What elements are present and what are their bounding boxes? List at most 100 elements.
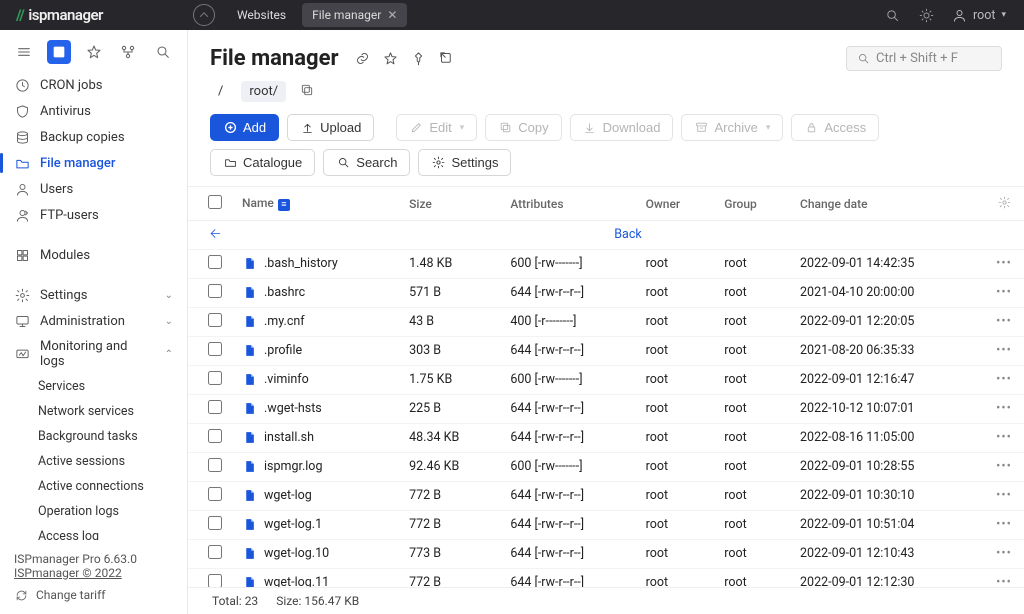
archive-button[interactable]: Archive▾: [681, 114, 783, 141]
sidebar-item-cron-jobs[interactable]: CRON jobs: [0, 72, 187, 98]
table-row[interactable]: .bash_history1.48 KB600 [-rw-------]root…: [188, 249, 1024, 278]
sidebar-subitem-services[interactable]: Services: [38, 374, 187, 399]
col-change-date[interactable]: Change date: [790, 187, 984, 221]
sidebar-subitem-active-sessions[interactable]: Active sessions: [38, 449, 187, 474]
sidebar-item-administration[interactable]: Administration⌄: [0, 308, 187, 334]
sidebar-subitem-background-tasks[interactable]: Background tasks: [38, 424, 187, 449]
sidebar-search-icon[interactable]: [151, 40, 175, 64]
menu-icon[interactable]: [12, 40, 36, 64]
download-button[interactable]: Download: [570, 114, 674, 141]
sidebar-item-ftp-users[interactable]: FTP-users: [0, 202, 187, 228]
crumb-current[interactable]: root/: [241, 81, 286, 102]
table-row[interactable]: .viminfo1.75 KB600 [-rw-------]rootroot2…: [188, 365, 1024, 394]
select-all-checkbox[interactable]: [208, 195, 222, 209]
logo[interactable]: //ispmanager: [0, 6, 103, 24]
file-attributes: 644 [-rw-r--r--]: [500, 539, 635, 568]
table-row[interactable]: .wget-hsts225 B644 [-rw-r--r--]rootroot2…: [188, 394, 1024, 423]
toolbar: Add Upload Edit▾ Copy Download Archive▾ …: [188, 114, 1024, 186]
row-checkbox[interactable]: [208, 313, 222, 327]
star-icon[interactable]: [82, 40, 106, 64]
col-attributes[interactable]: Attributes: [500, 187, 635, 221]
row-actions-icon[interactable]: •••: [996, 430, 1012, 445]
user-menu[interactable]: root ▾: [952, 8, 1006, 23]
sidebar-item-settings[interactable]: Settings⌄: [0, 282, 187, 308]
file-icon: [242, 460, 256, 474]
popout-icon[interactable]: [439, 51, 455, 67]
row-actions-icon[interactable]: •••: [996, 285, 1012, 300]
sidebar-item-label: Users: [40, 182, 73, 197]
catalogue-button[interactable]: Catalogue: [210, 149, 315, 176]
col-name[interactable]: Name≡: [232, 187, 399, 221]
row-checkbox[interactable]: [208, 255, 222, 269]
edit-button[interactable]: Edit▾: [396, 114, 477, 141]
list-view-icon[interactable]: [47, 40, 71, 64]
row-actions-icon[interactable]: •••: [996, 459, 1012, 474]
sidebar-subitem-active-connections[interactable]: Active connections: [38, 474, 187, 499]
table-row[interactable]: wget-log772 B644 [-rw-r--r--]rootroot202…: [188, 481, 1024, 510]
table-row[interactable]: ispmgr.log92.46 KB600 [-rw-------]rootro…: [188, 452, 1024, 481]
copy-button[interactable]: Copy: [485, 114, 561, 141]
row-actions-icon[interactable]: •••: [996, 575, 1012, 587]
row-checkbox[interactable]: [208, 487, 222, 501]
back-row[interactable]: Back: [188, 221, 1024, 250]
table-row[interactable]: .profile303 B644 [-rw-r--r--]rootroot202…: [188, 336, 1024, 365]
table-row[interactable]: wget-log.10773 B644 [-rw-r--r--]rootroot…: [188, 539, 1024, 568]
crumb-root[interactable]: /: [210, 81, 231, 102]
settings-button[interactable]: Settings: [418, 149, 511, 176]
col-group[interactable]: Group: [714, 187, 790, 221]
close-icon[interactable]: ✕: [387, 8, 397, 22]
star-icon[interactable]: [383, 51, 399, 67]
row-actions-icon[interactable]: •••: [996, 488, 1012, 503]
change-tariff-link[interactable]: Change tariff: [14, 588, 173, 602]
table-row[interactable]: wget-log.11772 B644 [-rw-r--r--]rootroot…: [188, 568, 1024, 587]
row-checkbox[interactable]: [208, 342, 222, 356]
quick-search[interactable]: Ctrl + Shift + F: [846, 46, 1002, 71]
search-button[interactable]: Search: [323, 149, 410, 176]
copy-path-icon[interactable]: [300, 83, 314, 101]
row-actions-icon[interactable]: •••: [996, 314, 1012, 329]
row-actions-icon[interactable]: •••: [996, 546, 1012, 561]
row-actions-icon[interactable]: •••: [996, 372, 1012, 387]
table-row[interactable]: .bashrc571 B644 [-rw-r--r--]rootroot2021…: [188, 278, 1024, 307]
row-checkbox[interactable]: [208, 458, 222, 472]
row-checkbox[interactable]: [208, 371, 222, 385]
table-row[interactable]: install.sh48.34 KB644 [-rw-r--r--]rootro…: [188, 423, 1024, 452]
sidebar-item-monitoring-and-logs[interactable]: Monitoring and logs⌃: [0, 334, 187, 374]
add-button[interactable]: Add: [210, 114, 279, 141]
flow-icon[interactable]: [116, 40, 140, 64]
sidebar-item-antivirus[interactable]: Antivirus: [0, 98, 187, 124]
row-actions-icon[interactable]: •••: [996, 517, 1012, 532]
pin-icon[interactable]: [411, 51, 427, 67]
sidebar-item-backup-copies[interactable]: Backup copies: [0, 124, 187, 150]
tab-websites[interactable]: Websites: [227, 3, 296, 27]
col-owner[interactable]: Owner: [636, 187, 715, 221]
table-row[interactable]: .my.cnf43 B400 [-r--------]rootroot2022-…: [188, 307, 1024, 336]
row-checkbox[interactable]: [208, 545, 222, 559]
dashboard-icon[interactable]: [193, 4, 215, 26]
sidebar-subitem-network-services[interactable]: Network services: [38, 399, 187, 424]
upload-button[interactable]: Upload: [287, 114, 374, 141]
row-checkbox[interactable]: [208, 429, 222, 443]
search-icon[interactable]: [884, 7, 900, 23]
file-date: 2022-08-16 11:05:00: [790, 423, 984, 452]
access-button[interactable]: Access: [791, 114, 879, 141]
col-size[interactable]: Size: [399, 187, 500, 221]
sidebar-item-users[interactable]: Users: [0, 176, 187, 202]
sidebar-item-modules[interactable]: Modules: [0, 242, 187, 268]
theme-icon[interactable]: [918, 7, 934, 23]
row-checkbox[interactable]: [208, 574, 222, 588]
sidebar-item-file-manager[interactable]: File manager: [0, 150, 187, 176]
tab-file-manager[interactable]: File manager ✕: [302, 3, 407, 27]
row-actions-icon[interactable]: •••: [996, 256, 1012, 271]
sidebar-subitem-operation-logs[interactable]: Operation logs: [38, 499, 187, 524]
link-icon[interactable]: [355, 51, 371, 67]
copyright-link[interactable]: ISPmanager © 2022: [14, 566, 122, 580]
row-actions-icon[interactable]: •••: [996, 401, 1012, 416]
row-checkbox[interactable]: [208, 284, 222, 298]
sidebar-subitem-access-log[interactable]: Access log: [38, 524, 187, 540]
row-actions-icon[interactable]: •••: [996, 343, 1012, 358]
table-row[interactable]: wget-log.1772 B644 [-rw-r--r--]rootroot2…: [188, 510, 1024, 539]
row-checkbox[interactable]: [208, 516, 222, 530]
row-checkbox[interactable]: [208, 400, 222, 414]
col-settings[interactable]: [984, 187, 1024, 221]
